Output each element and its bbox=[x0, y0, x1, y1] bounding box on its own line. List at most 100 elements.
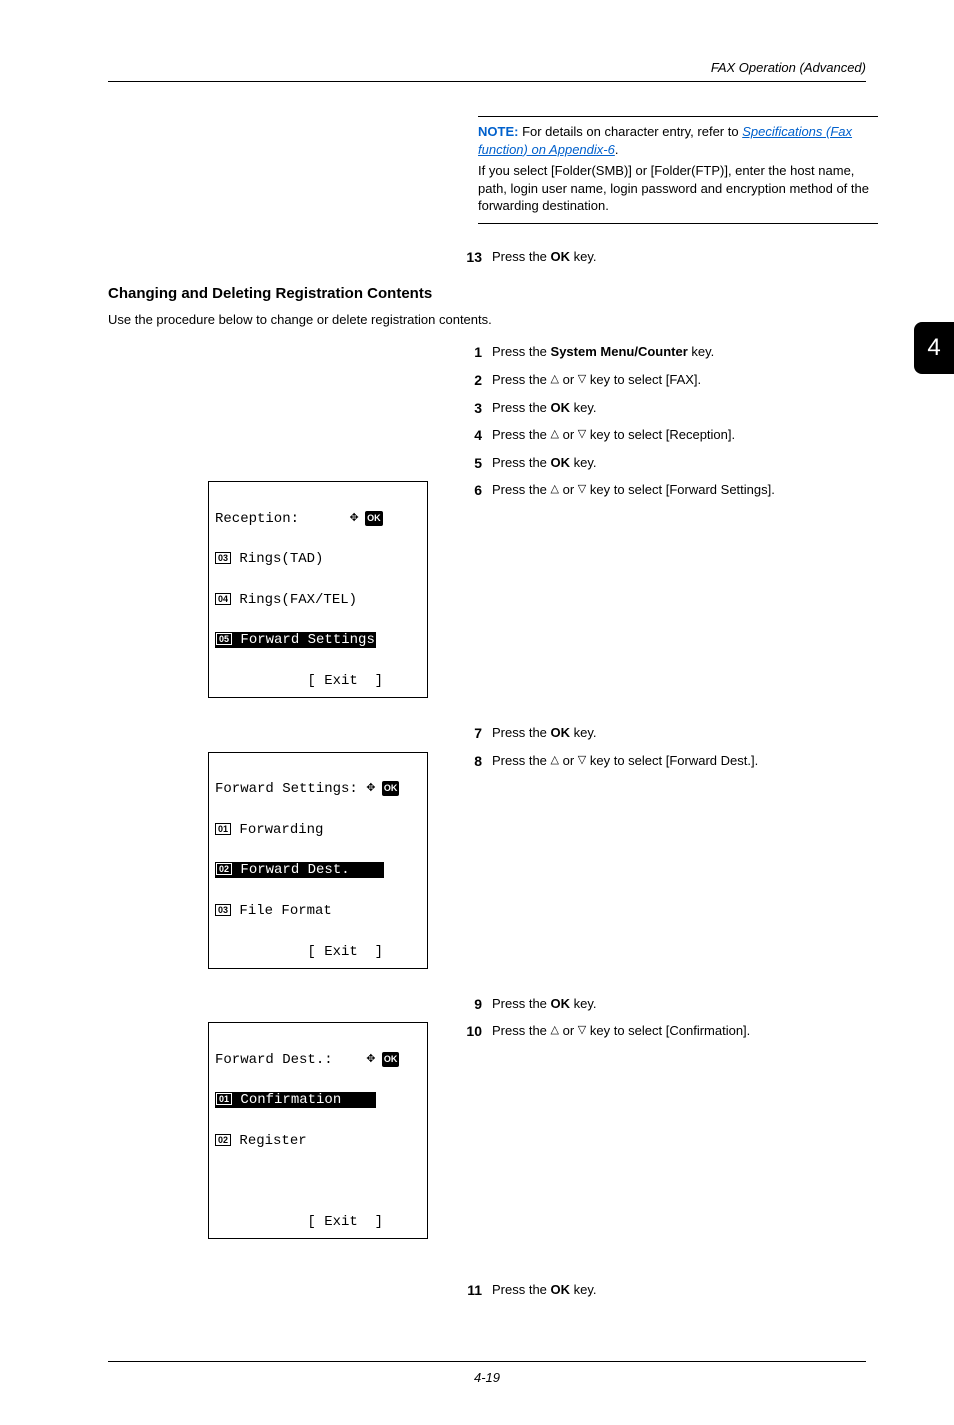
lcd-item-num: 03 bbox=[215, 904, 231, 916]
step-pre: Press the bbox=[492, 249, 551, 264]
down-icon: ▽ bbox=[578, 482, 586, 497]
t: OK bbox=[551, 996, 571, 1011]
step-number: 7 bbox=[456, 724, 492, 744]
step-5: 5 Press the OK key. bbox=[456, 454, 866, 474]
t: Press the bbox=[492, 725, 551, 740]
lcd-title: Forward Settings: bbox=[215, 781, 358, 797]
note-box: NOTE: For details on character entry, re… bbox=[478, 116, 878, 224]
t: Press the bbox=[492, 455, 551, 470]
note-period: . bbox=[615, 142, 619, 157]
t: or bbox=[559, 1023, 578, 1038]
note-text-1: For details on character entry, refer to bbox=[518, 124, 742, 139]
t: key. bbox=[570, 725, 597, 740]
t: OK bbox=[551, 1282, 571, 1297]
note-label: NOTE: bbox=[478, 124, 518, 139]
nav-icon: ✥ bbox=[366, 1052, 373, 1068]
step-7: 7 Press the OK key. bbox=[456, 724, 866, 744]
section-intro: Use the procedure below to change or del… bbox=[108, 312, 866, 327]
t: Press the bbox=[492, 400, 551, 415]
t: Press the bbox=[492, 753, 551, 768]
t: key to select [FAX]. bbox=[586, 372, 701, 387]
step-1: 1 Press the System Menu/Counter key. bbox=[456, 343, 866, 363]
t: or bbox=[559, 372, 578, 387]
step-number: 11 bbox=[456, 1281, 492, 1301]
lcd-item-num: 05 bbox=[216, 633, 232, 645]
t: key. bbox=[570, 400, 597, 415]
nav-icon: ✥ bbox=[366, 781, 373, 797]
step-number: 1 bbox=[456, 343, 492, 363]
t: key. bbox=[688, 344, 715, 359]
t: OK bbox=[551, 725, 571, 740]
step-number: 13 bbox=[456, 248, 492, 268]
note-text-2: If you select [Folder(SMB)] or [Folder(F… bbox=[478, 162, 878, 215]
step-number: 8 bbox=[456, 752, 492, 772]
up-icon: △ bbox=[551, 482, 559, 497]
step-number: 9 bbox=[456, 995, 492, 1015]
step-number: 5 bbox=[456, 454, 492, 474]
t: Press the bbox=[492, 372, 551, 387]
step-11: 11 Press the OK key. bbox=[456, 1281, 866, 1301]
down-icon: ▽ bbox=[578, 372, 586, 387]
ok-icon: OK bbox=[382, 1052, 400, 1067]
lcd-item: Forwarding bbox=[231, 822, 323, 838]
t: or bbox=[559, 482, 578, 497]
lcd-item-num: 04 bbox=[215, 593, 231, 605]
lcd-forward-dest: Forward Dest.: ✥ OK 01 Confirmation 02 R… bbox=[208, 1022, 428, 1239]
lcd-reception: Reception: ✥ OK 03 Rings(TAD) 04 Rings(F… bbox=[208, 481, 428, 698]
lcd-item: File Format bbox=[231, 903, 332, 919]
step-9: 9 Press the OK key. bbox=[456, 995, 866, 1015]
lcd-exit: [ Exit ] bbox=[307, 944, 383, 960]
lcd-exit: [ Exit ] bbox=[307, 1214, 383, 1230]
t: Press the bbox=[492, 1023, 551, 1038]
step-13: 13 Press the OK key. bbox=[456, 248, 866, 268]
step-key: OK bbox=[551, 249, 571, 264]
lcd-item-selected: Forward Dest. bbox=[232, 862, 350, 878]
lcd-item-num: 02 bbox=[216, 863, 232, 875]
t: key to select [Confirmation]. bbox=[586, 1023, 750, 1038]
up-icon: △ bbox=[551, 372, 559, 387]
lcd-exit: [ Exit ] bbox=[307, 673, 383, 689]
step-4: 4 Press the △ or ▽ key to select [Recept… bbox=[456, 426, 866, 446]
lcd-item-num: 01 bbox=[216, 1093, 232, 1105]
lcd-forward-settings: Forward Settings: ✥ OK 01 Forwarding 02 … bbox=[208, 752, 428, 969]
page-footer: 4-19 bbox=[108, 1361, 866, 1385]
t: OK bbox=[551, 455, 571, 470]
section-heading: Changing and Deleting Registration Conte… bbox=[108, 285, 866, 302]
step-number: 3 bbox=[456, 399, 492, 419]
t: key to select [Forward Settings]. bbox=[586, 482, 775, 497]
lcd-item: Rings(FAX/TEL) bbox=[231, 592, 357, 608]
ok-icon: OK bbox=[382, 781, 400, 796]
step-number: 2 bbox=[456, 371, 492, 391]
t: System Menu/Counter bbox=[551, 344, 688, 359]
t: key. bbox=[570, 1282, 597, 1297]
step-number: 10 bbox=[456, 1022, 492, 1042]
step-post: key. bbox=[570, 249, 597, 264]
lcd-item-selected: Forward Settings bbox=[232, 632, 375, 648]
nav-icon: ✥ bbox=[349, 511, 356, 527]
lcd-item: Rings(TAD) bbox=[231, 551, 323, 567]
step-number: 4 bbox=[456, 426, 492, 446]
running-header: FAX Operation (Advanced) bbox=[108, 60, 866, 82]
up-icon: △ bbox=[551, 427, 559, 442]
step-2: 2 Press the △ or ▽ key to select [FAX]. bbox=[456, 371, 866, 391]
ok-icon: OK bbox=[365, 511, 383, 526]
down-icon: ▽ bbox=[578, 427, 586, 442]
up-icon: △ bbox=[551, 1023, 559, 1038]
lcd-item: Register bbox=[231, 1133, 307, 1149]
chapter-tab: 4 bbox=[914, 322, 954, 374]
t: Press the bbox=[492, 482, 551, 497]
lcd-item-num: 02 bbox=[215, 1134, 231, 1146]
lcd-item-selected: Confirmation bbox=[232, 1092, 341, 1108]
down-icon: ▽ bbox=[578, 753, 586, 768]
t: OK bbox=[551, 400, 571, 415]
step-number: 6 bbox=[456, 481, 492, 501]
t: or bbox=[559, 753, 578, 768]
t: or bbox=[559, 427, 578, 442]
t: key to select [Forward Dest.]. bbox=[586, 753, 758, 768]
lcd-title: Reception: bbox=[215, 511, 299, 527]
t: Press the bbox=[492, 1282, 551, 1297]
t: Press the bbox=[492, 996, 551, 1011]
down-icon: ▽ bbox=[578, 1023, 586, 1038]
up-icon: △ bbox=[551, 753, 559, 768]
t: key to select [Reception]. bbox=[586, 427, 735, 442]
